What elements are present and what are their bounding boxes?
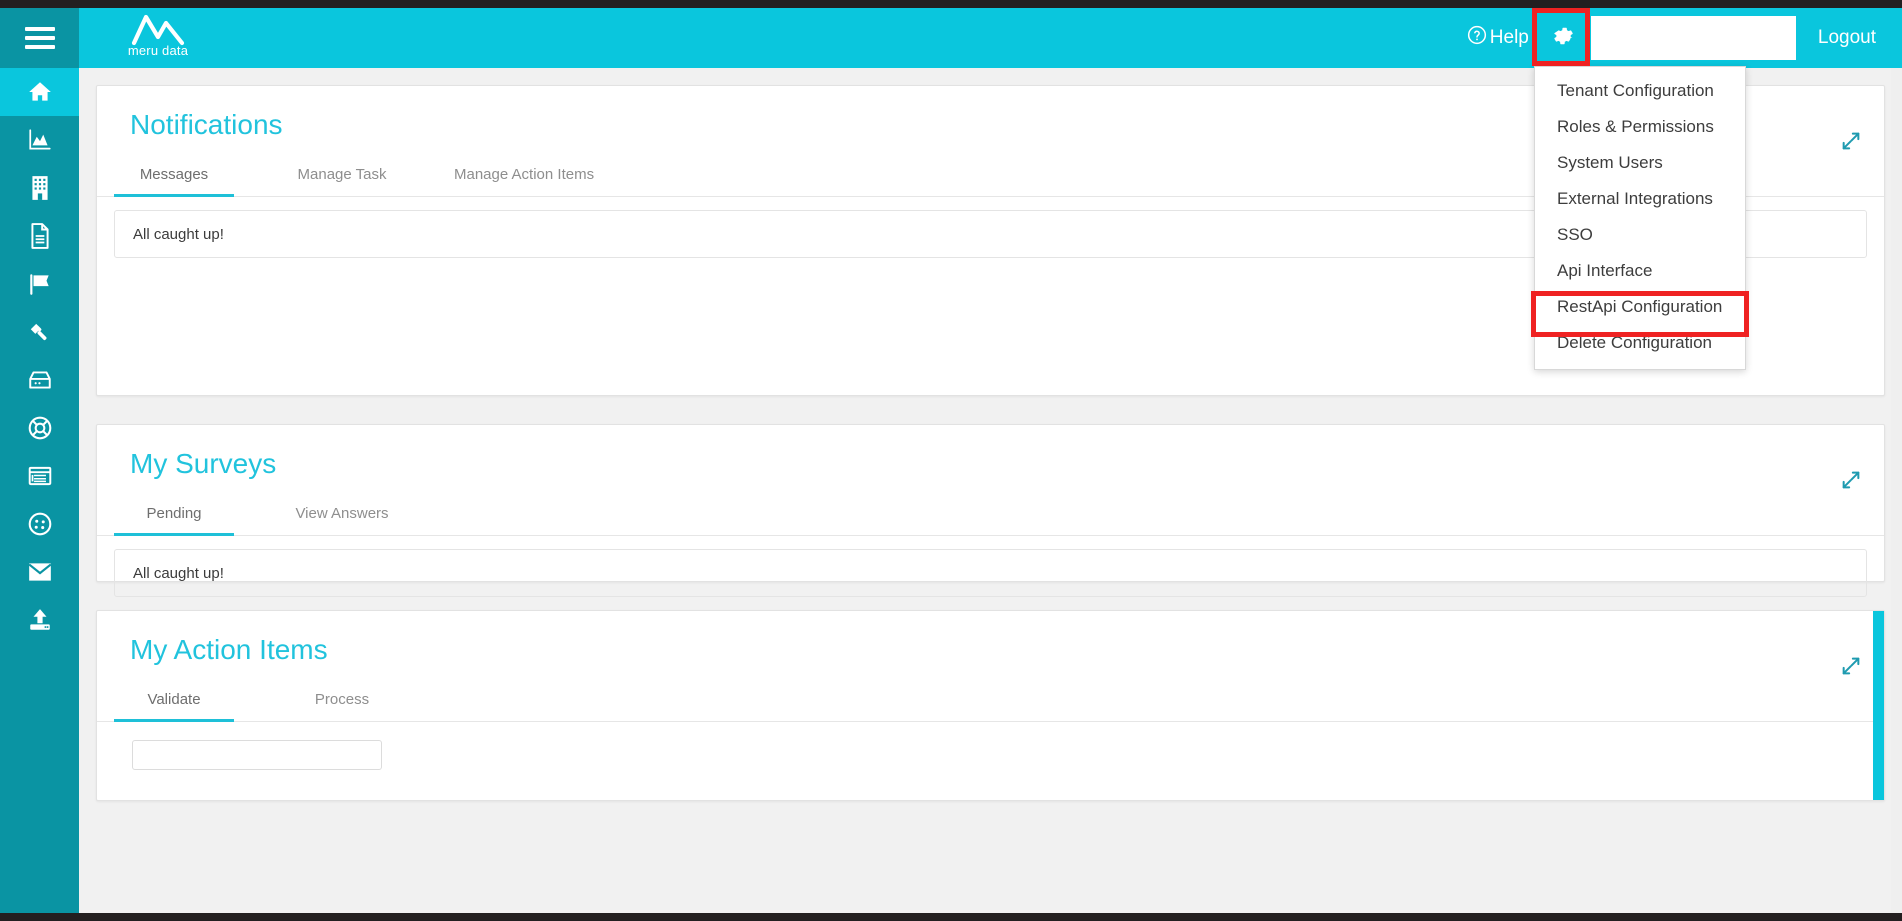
card-scrollbar-thumb[interactable] — [1873, 611, 1884, 800]
help-button[interactable]: Help — [1461, 8, 1535, 68]
flag-icon — [27, 271, 53, 297]
page-scrollbar[interactable] — [1891, 68, 1902, 913]
my-surveys-title: My Surveys — [130, 448, 277, 479]
my-surveys-tabs: Pending View Answers — [97, 481, 1884, 536]
logout-button[interactable]: Logout — [1796, 8, 1902, 68]
expand-icon[interactable] — [1840, 469, 1862, 496]
sidebar-item-mail[interactable] — [0, 548, 79, 596]
window-top-strip — [0, 0, 1902, 8]
tab-view-answers[interactable]: View Answers — [282, 499, 402, 536]
expand-icon[interactable] — [1840, 655, 1862, 682]
settings-gear-button[interactable] — [1535, 10, 1591, 66]
sidebar-item-organization[interactable] — [0, 164, 79, 212]
gear-icon — [1550, 23, 1576, 54]
my-surveys-empty-message: All caught up! — [114, 549, 1867, 597]
tab-pending[interactable]: Pending — [114, 499, 234, 536]
tab-manage-action-items[interactable]: Manage Action Items — [450, 160, 598, 197]
sidebar-nav-list — [0, 68, 79, 644]
home-icon — [27, 79, 53, 105]
menu-item-sso[interactable]: SSO — [1535, 217, 1745, 253]
analytics-chart-icon — [27, 127, 53, 153]
question-circle-icon — [1467, 25, 1487, 51]
menu-item-external-integrations[interactable]: External Integrations — [1535, 181, 1745, 217]
my-action-items-card: My Action Items Validate Process — [96, 610, 1885, 801]
app-logo[interactable]: meru data — [103, 11, 213, 67]
lifebuoy-icon — [27, 415, 53, 441]
sidebar — [0, 8, 79, 913]
settings-dropdown-menu: Tenant Configuration Roles & Permissions… — [1534, 66, 1746, 370]
upload-icon — [27, 608, 53, 632]
sidebar-item-analytics[interactable] — [0, 116, 79, 164]
sidebar-item-gavel[interactable] — [0, 308, 79, 356]
my-surveys-card: My Surveys Pending View Answers All caug… — [96, 424, 1885, 597]
sidebar-item-database[interactable] — [0, 356, 79, 404]
my-action-items-panel — [97, 740, 1884, 800]
list-window-icon — [27, 464, 53, 488]
menu-item-roles-permissions[interactable]: Roles & Permissions — [1535, 109, 1745, 145]
menu-item-api-interface[interactable]: Api Interface — [1535, 253, 1745, 289]
my-action-items-tabs: Validate Process — [97, 667, 1884, 722]
building-icon — [28, 175, 52, 201]
envelope-icon — [27, 561, 53, 583]
tab-manage-task[interactable]: Manage Task — [282, 160, 402, 197]
header-white-panel — [1590, 16, 1796, 60]
tab-process[interactable]: Process — [282, 685, 402, 722]
hamburger-icon — [24, 22, 55, 54]
header-actions: Help Logout — [1461, 8, 1902, 68]
sidebar-item-home[interactable] — [0, 68, 79, 116]
menu-item-tenant-configuration[interactable]: Tenant Configuration — [1535, 73, 1745, 109]
cookie-icon — [27, 511, 53, 537]
tab-messages[interactable]: Messages — [114, 160, 234, 197]
meru-logo-icon — [103, 11, 213, 47]
sidebar-item-support[interactable] — [0, 404, 79, 452]
menu-item-delete-configuration[interactable]: Delete Configuration — [1535, 325, 1745, 361]
sidebar-item-cookies[interactable] — [0, 500, 79, 548]
sidebar-item-flag[interactable] — [0, 260, 79, 308]
app-header: meru data Help Logout — [79, 8, 1902, 68]
database-icon — [27, 368, 53, 392]
document-icon — [28, 223, 52, 249]
my-action-items-title: My Action Items — [130, 634, 328, 665]
my-surveys-panel: All caught up! — [97, 549, 1884, 597]
menu-item-restapi-configuration[interactable]: RestApi Configuration — [1535, 289, 1745, 325]
tab-validate[interactable]: Validate — [114, 685, 234, 722]
sidebar-item-documents[interactable] — [0, 212, 79, 260]
logo-text: meru data — [127, 43, 189, 58]
help-label: Help — [1489, 27, 1529, 48]
gavel-icon — [27, 319, 53, 345]
menu-item-system-users[interactable]: System Users — [1535, 145, 1745, 181]
sidebar-item-records[interactable] — [0, 452, 79, 500]
logout-label: Logout — [1817, 27, 1876, 48]
hamburger-menu-button[interactable] — [0, 8, 79, 68]
action-items-search-input[interactable] — [132, 740, 382, 770]
sidebar-item-upload[interactable] — [0, 596, 79, 644]
expand-icon[interactable] — [1840, 130, 1862, 157]
window-bottom-strip — [0, 913, 1902, 921]
